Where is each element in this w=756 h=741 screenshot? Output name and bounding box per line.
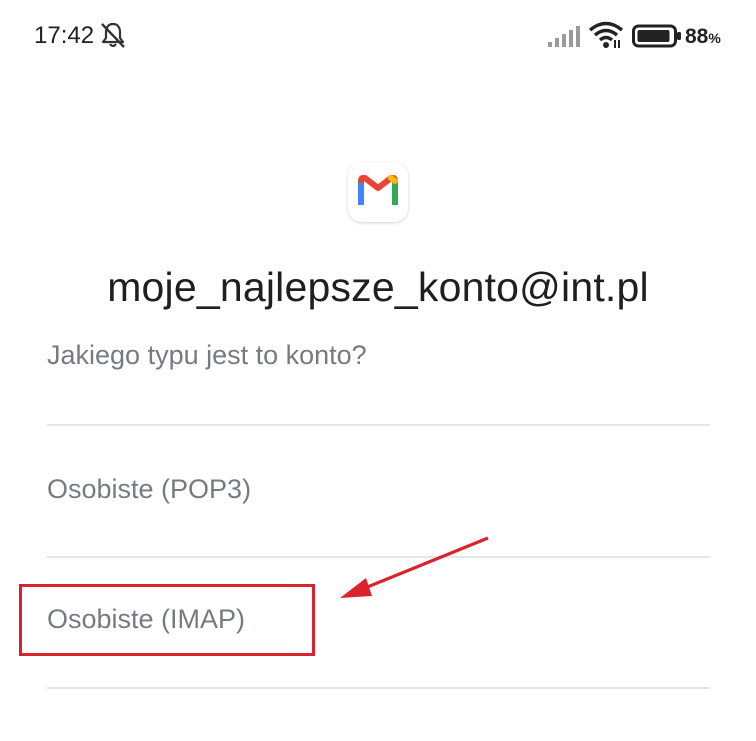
red-arrow-annotation	[340, 536, 489, 598]
divider	[47, 424, 710, 426]
option-pop3[interactable]: Osobiste (POP3)	[47, 474, 251, 505]
account-type-question: Jakiego typu jest to konto?	[47, 340, 367, 370]
battery-icon	[632, 24, 681, 48]
signal-icon	[548, 26, 580, 47]
bell-off-icon	[101, 22, 125, 48]
gmail-logo	[348, 162, 408, 222]
wifi-icon	[588, 21, 624, 48]
status-time: 17:42	[34, 22, 95, 49]
divider	[47, 687, 710, 689]
account-email: moje_najlepsze_konto@int.pl	[107, 264, 649, 310]
gmail-m-icon	[358, 175, 398, 205]
battery-percentage: 88%	[685, 25, 721, 48]
status-bar: 17:42 88%	[0, 0, 756, 70]
imap-highlight-box	[19, 584, 315, 656]
